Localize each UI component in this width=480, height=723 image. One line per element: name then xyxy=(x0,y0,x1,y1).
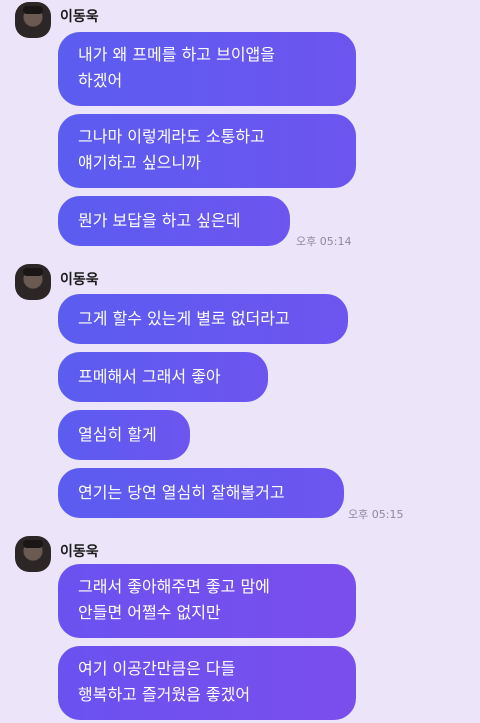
message-text: 연기는 당연 열심히 잘해볼거고 xyxy=(78,483,285,502)
message-text: 그게 할수 있는게 별로 없더라고 xyxy=(78,309,290,328)
message-bubble[interactable]: 그나마 이렇게라도 소통하고 얘기하고 싶으니까 xyxy=(58,114,356,188)
message-bubble[interactable]: 열심히 할게 xyxy=(58,410,190,460)
timestamp: 오후 05:14 xyxy=(296,235,352,248)
message-text: 뭔가 보답을 하고 싶은데 xyxy=(78,211,241,230)
sender-name: 이동욱 xyxy=(60,544,99,560)
message-bubble[interactable]: 연기는 당연 열심히 잘해볼거고 xyxy=(58,468,344,518)
timestamp: 오후 05:15 xyxy=(348,508,404,521)
message-bubble[interactable]: 그게 할수 있는게 별로 없더라고 xyxy=(58,294,348,344)
sender-name: 이동욱 xyxy=(60,272,99,288)
message-bubble[interactable]: 여기 이공간만큼은 다들 행복하고 즐거웠음 좋겠어 xyxy=(58,646,356,720)
message-bubble[interactable]: 뭔가 보답을 하고 싶은데 xyxy=(58,196,290,246)
sender-name: 이동욱 xyxy=(60,9,99,25)
avatar[interactable] xyxy=(15,264,51,300)
message-text: 내가 왜 프메를 하고 브이앱을 하겠어 xyxy=(78,45,275,90)
avatar[interactable] xyxy=(15,2,51,38)
message-bubble[interactable]: 프메해서 그래서 좋아 xyxy=(58,352,268,402)
avatar[interactable] xyxy=(15,536,51,572)
message-text: 그래서 좋아해주면 좋고 맘에 안들면 어쩔수 없지만 xyxy=(78,577,270,622)
message-text: 열심히 할게 xyxy=(78,425,157,444)
message-text: 프메해서 그래서 좋아 xyxy=(78,367,221,386)
message-bubble[interactable]: 내가 왜 프메를 하고 브이앱을 하겠어 xyxy=(58,32,356,106)
message-text: 여기 이공간만큼은 다들 행복하고 즐거웠음 좋겠어 xyxy=(78,659,251,704)
message-bubble[interactable]: 그래서 좋아해주면 좋고 맘에 안들면 어쩔수 없지만 xyxy=(58,564,356,638)
message-text: 그나마 이렇게라도 소통하고 얘기하고 싶으니까 xyxy=(78,127,265,172)
